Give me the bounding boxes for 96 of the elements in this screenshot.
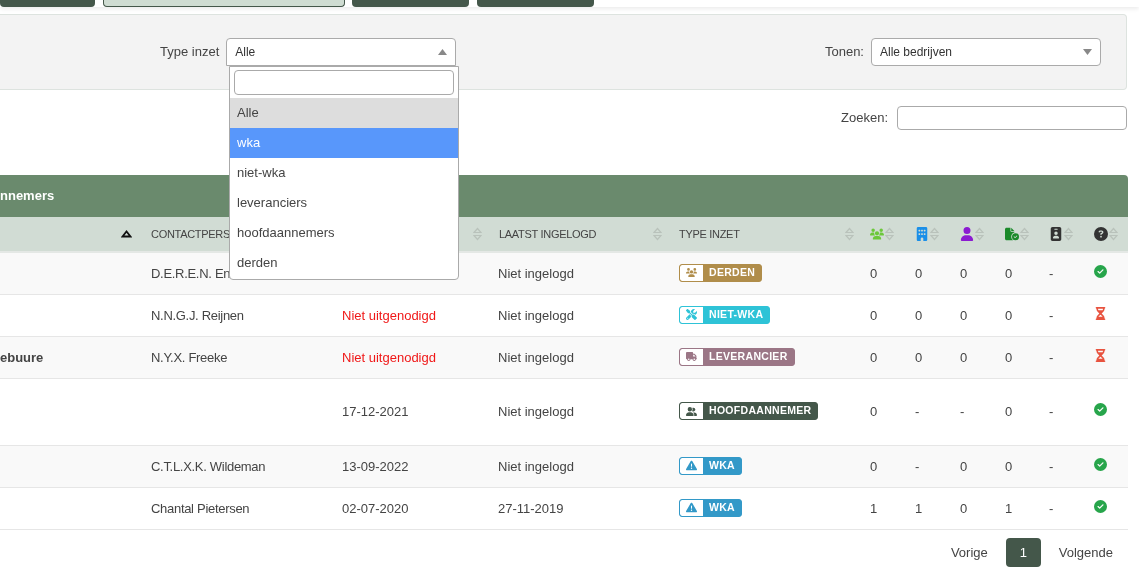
sort-ascending-icon[interactable] <box>121 230 132 238</box>
sort-icon[interactable] <box>1020 227 1029 241</box>
filter-label: Tonen: <box>824 43 864 62</box>
table-cell: C.T.L.X.K. Wildeman <box>151 458 266 474</box>
table-cell: - <box>1049 265 1054 281</box>
table-cell: Niet ingelogd <box>498 265 574 281</box>
column-header[interactable]: CONTACTPERS <box>151 225 230 243</box>
sort-icon[interactable] <box>1064 227 1073 241</box>
table-cell: Niet ingelogd <box>498 458 574 474</box>
table-cell: - <box>960 404 965 420</box>
building-icon <box>915 227 929 241</box>
table-cell: - <box>1049 307 1054 323</box>
page-button[interactable]: 1 <box>1005 538 1041 567</box>
dropdown-option[interactable]: niet-wka <box>230 158 458 188</box>
type-badge: WKA <box>679 498 742 517</box>
type-badge: LEVERANCIER <box>679 347 795 366</box>
table-cell: - <box>1049 349 1054 365</box>
group-icon <box>686 267 697 278</box>
dropdown-option[interactable]: hoofdaannemers <box>230 218 458 248</box>
table-cell: 0 <box>960 458 968 474</box>
tools-icon <box>686 309 697 320</box>
workers-icon <box>870 227 884 241</box>
table-cell: Niet uitgenodigd <box>342 349 436 365</box>
person-icon <box>960 227 974 241</box>
table-cell: Niet ingelogd <box>498 404 574 420</box>
caret-icon <box>438 49 448 55</box>
table-title: nnemers <box>0 187 55 206</box>
sort-icon[interactable] <box>930 227 939 241</box>
table-cell: 1 <box>1005 500 1013 516</box>
table-cell: 0 <box>915 349 923 365</box>
table-cell: - <box>915 404 920 420</box>
file-check-icon <box>1005 227 1019 241</box>
table-cell: ebuure <box>0 349 44 365</box>
table-cell: N.Y.X. Freeke <box>151 349 228 365</box>
select-field[interactable]: Alle <box>226 38 457 66</box>
column-header[interactable]: TYPE INZET <box>679 225 740 243</box>
table-cell: 0 <box>960 265 968 281</box>
table-cell: 0 <box>1005 307 1013 323</box>
triangle-icon <box>686 502 697 513</box>
dropdown-option[interactable]: derden <box>230 248 458 278</box>
sort-icon[interactable] <box>473 227 482 241</box>
table-cell: Niet uitgenodigd <box>342 307 436 323</box>
table-cell: 02-07-2020 <box>342 500 409 516</box>
type-badge: WKA <box>679 456 742 475</box>
table-cell: N.N.G.J. Reijnen <box>151 307 244 323</box>
id-badge-icon <box>1049 227 1063 241</box>
sort-icon[interactable] <box>845 227 854 241</box>
previous-link[interactable]: Vorige <box>950 542 988 563</box>
search-label: Zoeken: <box>841 109 888 128</box>
table-cell: Chantal Pietersen <box>151 500 250 516</box>
dropdown-option[interactable]: leveranciers <box>230 188 458 218</box>
column-header[interactable]: LAATST INGELOGD <box>499 225 597 243</box>
type-badge: NIET-WKA <box>679 305 771 324</box>
table-cell: 0 <box>1005 349 1013 365</box>
table-cell: 0 <box>870 265 878 281</box>
table-cell: - <box>1049 458 1054 474</box>
table-cell: 0 <box>960 349 968 365</box>
table-cell: - <box>1049 404 1054 420</box>
sort-icon[interactable] <box>653 227 662 241</box>
next-link[interactable]: Volgende <box>1058 542 1113 563</box>
table-cell: 1 <box>915 500 923 516</box>
table-cell: 0 <box>915 265 923 281</box>
table-cell: Niet ingelogd <box>498 349 574 365</box>
toolbar-button[interactable] <box>103 0 345 7</box>
table-cell: 17-12-2021 <box>342 404 409 420</box>
search-field[interactable] <box>897 106 1127 130</box>
sort-icon[interactable] <box>975 227 984 241</box>
table-cell: 0 <box>960 500 968 516</box>
type-badge: HOOFDAANNEMER <box>679 402 819 420</box>
table-cell: - <box>1049 500 1054 516</box>
select-field[interactable]: Alle bedrijven <box>871 38 1101 66</box>
table-cell: Niet ingelogd <box>498 307 574 323</box>
table-cell: 0 <box>870 458 878 474</box>
dropdown-option[interactable]: Alle <box>230 98 458 128</box>
table-cell: 0 <box>870 349 878 365</box>
truck-icon <box>686 351 697 362</box>
table-cell: 0 <box>960 307 968 323</box>
triangle-icon <box>686 460 697 471</box>
dropdown-search-field[interactable] <box>234 70 454 95</box>
table-cell: 0 <box>870 404 878 420</box>
caret-icon <box>1083 49 1092 55</box>
people-icon <box>686 405 697 417</box>
table-cell: 0 <box>1005 404 1013 420</box>
table-cell: 27-11-2019 <box>498 500 564 516</box>
table-cell: 0 <box>870 307 878 323</box>
table-cell: 1 <box>870 500 878 516</box>
type-badge: DERDEN <box>679 263 763 282</box>
table-cell: - <box>915 458 920 474</box>
sort-icon[interactable] <box>1109 227 1118 241</box>
table-cell: 0 <box>915 307 923 323</box>
table-cell: 0 <box>1005 265 1013 281</box>
help-icon <box>1094 227 1108 241</box>
sort-icon[interactable] <box>885 227 894 241</box>
filter-label: Type inzet <box>160 43 220 62</box>
table-cell: 13-09-2022 <box>342 458 409 474</box>
table-cell: 0 <box>1005 458 1013 474</box>
